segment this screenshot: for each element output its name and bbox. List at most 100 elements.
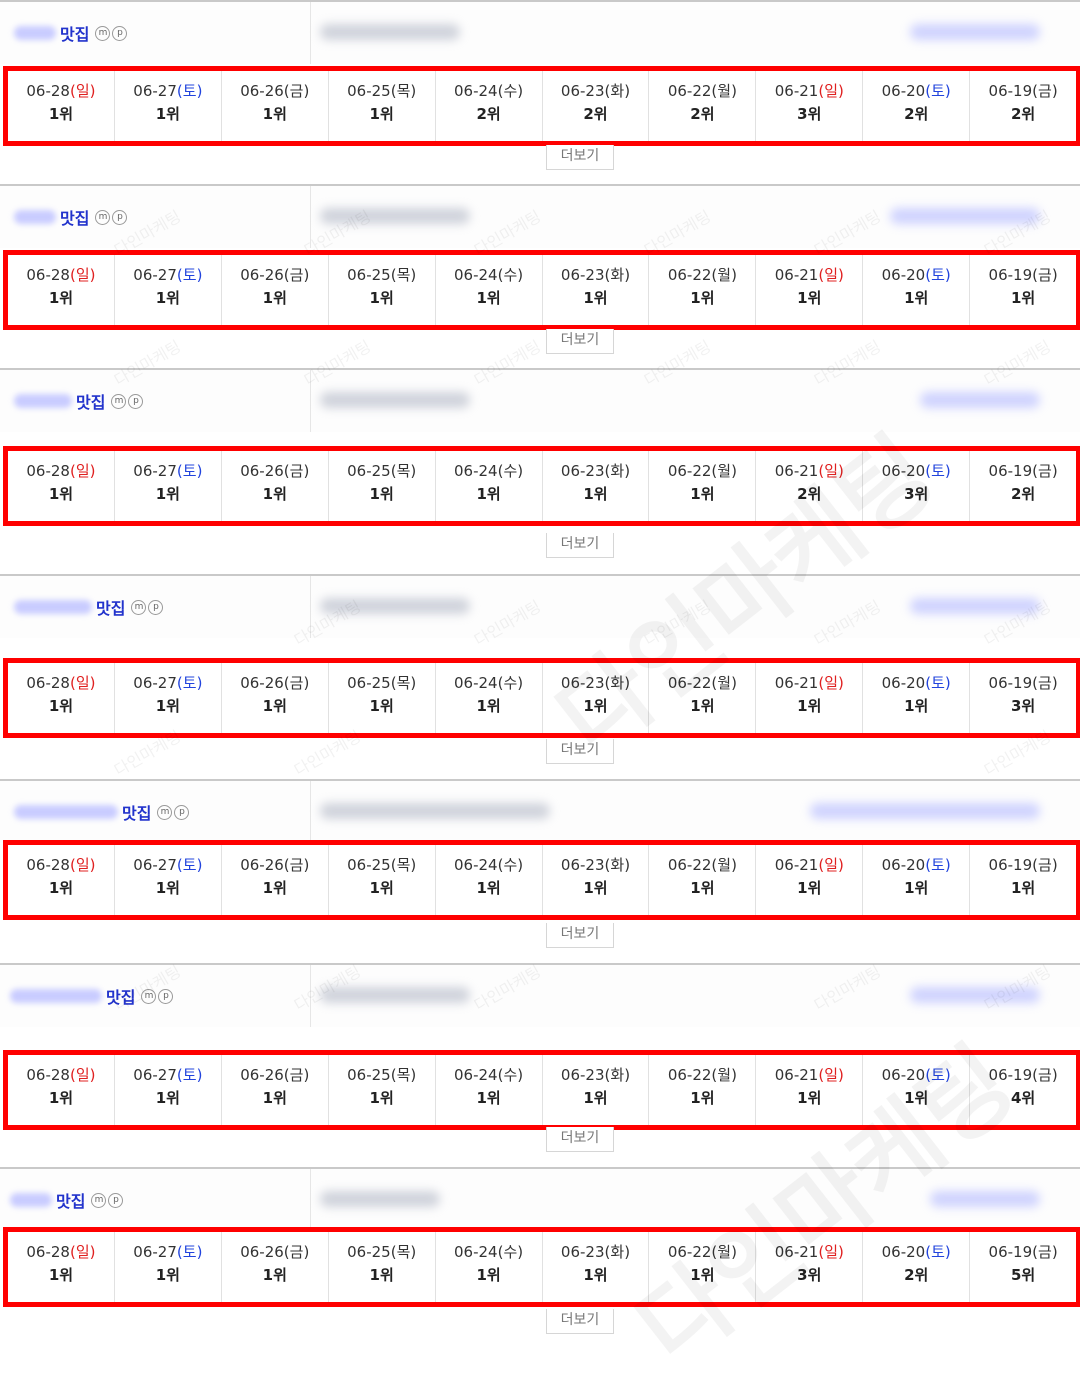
rank-value: 1위: [48, 289, 74, 307]
more-button[interactable]: 더보기: [546, 533, 614, 558]
place-title[interactable]: 맛집 m p: [14, 390, 144, 412]
date-label: 06-24(수): [436, 264, 542, 285]
m-circle-icon[interactable]: m: [111, 393, 127, 409]
place-title[interactable]: 맛집 m p: [14, 596, 164, 618]
blurred-link: [920, 392, 1040, 408]
keyword-label: 맛집: [56, 1192, 86, 1211]
rank-cell: 06-20(토) 3위: [863, 451, 971, 521]
day-close-paren: ): [303, 674, 310, 692]
rank-value: 3위: [797, 1266, 822, 1284]
day-of-week: 일: [75, 1066, 90, 1084]
day-of-week: 토: [931, 674, 945, 692]
rank-value: 1위: [369, 485, 394, 503]
p-circle-icon[interactable]: p: [174, 804, 190, 820]
place-title[interactable]: 맛집 m p: [14, 206, 128, 228]
p-circle-icon[interactable]: p: [112, 25, 128, 41]
more-button[interactable]: 더보기: [546, 145, 614, 170]
rank-cells: 06-28(일) 1위 06-27(토) 1위 06-26(금) 1위 06-25(목) 1위…: [8, 845, 1076, 915]
rank-cell: 06-27(토) 1위: [115, 845, 222, 915]
date-value: 06-24: [454, 674, 498, 692]
date-label: 06-23(화): [543, 80, 649, 101]
rank-value: 2위: [1010, 105, 1036, 123]
rank-value: 1위: [690, 289, 715, 307]
p-circle-icon[interactable]: p: [158, 988, 174, 1004]
more-button[interactable]: 더보기: [546, 739, 614, 764]
place-title[interactable]: 맛집 m p: [14, 22, 128, 44]
m-circle-icon[interactable]: m: [141, 988, 157, 1004]
day-of-week: 월: [717, 856, 732, 874]
rank-value: 3위: [904, 485, 929, 503]
date-label: 06-26(금): [222, 854, 328, 875]
p-circle-icon[interactable]: p: [112, 209, 128, 225]
date-value: 06-19: [988, 674, 1033, 692]
date-label: 06-23(화): [543, 264, 649, 285]
blurred-place-name: [14, 600, 92, 614]
rank-cell: 06-25(목) 1위: [329, 663, 436, 733]
rank-value: 1위: [369, 1266, 394, 1284]
place-header: 맛집 m p: [0, 184, 1080, 248]
date-label: 06-28(일): [8, 854, 114, 875]
day-close-paren: ): [303, 266, 310, 284]
day-of-week: 일: [824, 1243, 838, 1261]
m-circle-icon[interactable]: m: [91, 1192, 107, 1208]
day-close-paren: ): [196, 82, 203, 100]
rank-value: 1위: [904, 289, 929, 307]
day-of-week: 목: [396, 82, 411, 100]
blurred-link: [890, 208, 1040, 224]
more-button[interactable]: 더보기: [546, 329, 614, 354]
rank-history-box: 06-28(일) 1위 06-27(토) 1위 06-26(금) 1위 06-25(목) 1위…: [3, 840, 1080, 920]
rank-cell: 06-23(화) 1위: [543, 663, 650, 733]
day-close-paren: ): [196, 856, 203, 874]
day-close-paren: ): [1051, 82, 1058, 100]
rank-cell: 06-25(목) 1위: [329, 451, 436, 521]
date-label: 06-27(토): [115, 264, 221, 285]
rank-history-box: 06-28(일) 1위 06-27(토) 1위 06-26(금) 1위 06-25(목) 1위…: [3, 1227, 1080, 1307]
date-label: 06-25(목): [329, 1241, 435, 1262]
m-circle-icon[interactable]: m: [95, 209, 111, 225]
more-button[interactable]: 더보기: [546, 923, 614, 948]
rank-value: 1위: [476, 1266, 501, 1284]
place-title[interactable]: 맛집 m p: [14, 801, 190, 823]
place-title[interactable]: 맛집 m p: [10, 985, 174, 1007]
place-title[interactable]: 맛집 m p: [10, 1189, 124, 1211]
rank-cell: 06-26(금) 1위: [222, 71, 329, 141]
rank-cell: 06-23(화) 2위: [543, 71, 650, 141]
day-close-paren: ): [838, 1243, 844, 1261]
rank-value: 1위: [155, 1089, 180, 1107]
m-circle-icon[interactable]: m: [157, 804, 173, 820]
column-divider: [310, 2, 311, 64]
day-close-paren: ): [624, 1066, 631, 1084]
date-label: 06-19(금): [970, 1241, 1076, 1262]
date-label: 06-25(목): [329, 854, 435, 875]
day-close-paren: ): [944, 462, 951, 480]
blurred-link: [810, 803, 1040, 819]
rank-value: 1위: [797, 879, 822, 897]
p-circle-icon[interactable]: p: [108, 1192, 124, 1208]
day-close-paren: ): [624, 266, 631, 284]
m-circle-icon[interactable]: m: [95, 25, 111, 41]
rank-value: 1위: [797, 1089, 822, 1107]
day-close-paren: ): [1051, 674, 1058, 692]
date-value: 06-20: [881, 266, 926, 284]
day-close-paren: ): [196, 266, 203, 284]
day-of-week: 토: [182, 82, 197, 100]
date-value: 06-28: [26, 82, 70, 100]
rank-value: 2위: [476, 105, 501, 123]
day-close-paren: ): [410, 674, 417, 692]
blurred-link: [910, 24, 1040, 40]
date-label: 06-26(금): [222, 1064, 328, 1085]
date-value: 06-20: [881, 1066, 926, 1084]
rank-value: 1위: [48, 1089, 74, 1107]
rank-cell: 06-24(수) 1위: [436, 1232, 543, 1302]
m-circle-icon[interactable]: m: [131, 599, 147, 615]
more-button[interactable]: 더보기: [546, 1309, 614, 1334]
rank-value: 1위: [155, 105, 180, 123]
p-circle-icon[interactable]: p: [148, 599, 164, 615]
rank-value: 1위: [262, 289, 287, 307]
day-close-paren: ): [89, 674, 96, 692]
date-value: 06-26: [240, 1243, 284, 1261]
more-button[interactable]: 더보기: [546, 1127, 614, 1152]
date-value: 06-25: [347, 674, 391, 692]
p-circle-icon[interactable]: p: [128, 393, 144, 409]
blurred-place-name: [14, 210, 56, 224]
